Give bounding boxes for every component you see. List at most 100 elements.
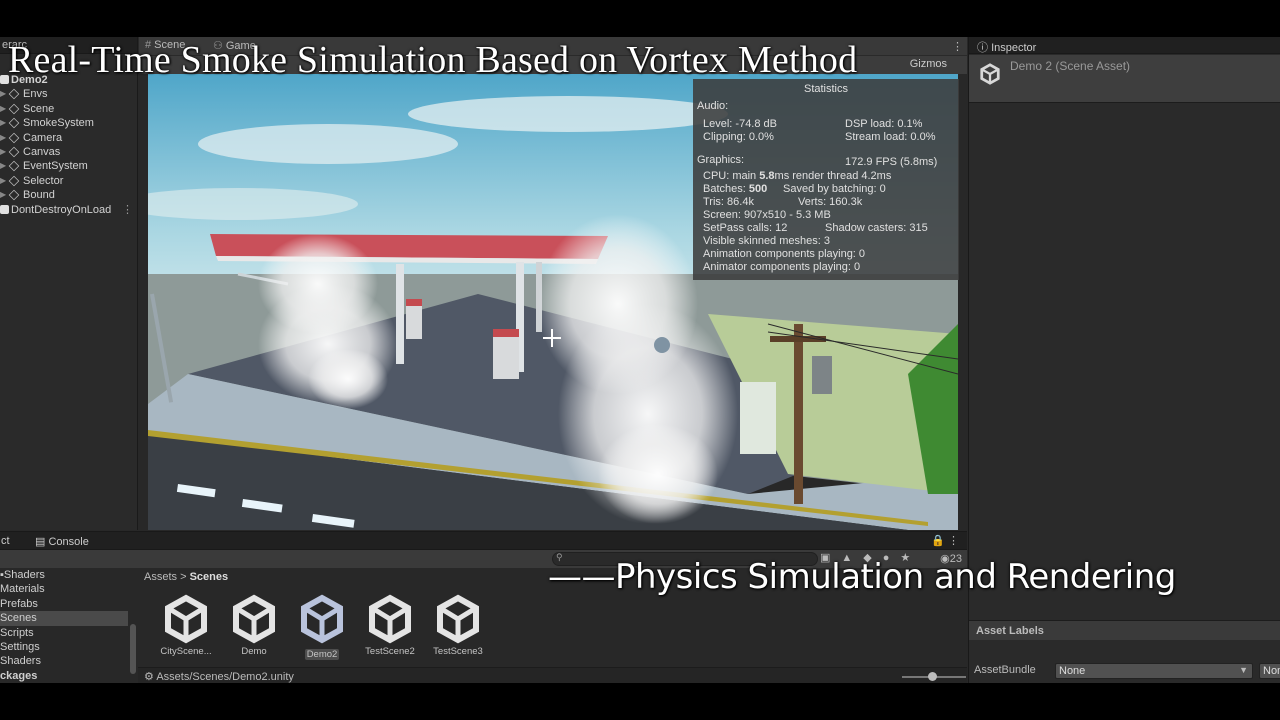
- hierarchy-item[interactable]: ▶ Bound: [0, 188, 137, 202]
- breadcrumb: Assets > Scenes: [144, 571, 228, 583]
- hierarchy-item[interactable]: ▶ Scene: [0, 102, 137, 116]
- expand-arrow-icon[interactable]: ▶: [0, 188, 6, 202]
- assetbundle-row: AssetBundle None ▼ Non: [969, 659, 1280, 681]
- hierarchy-item-label: Bound: [23, 189, 55, 202]
- asset-labels-header[interactable]: Asset Labels: [969, 620, 1280, 640]
- tree-scrollbar[interactable]: [130, 624, 136, 674]
- stats-setpass: SetPass calls: 12: [703, 222, 788, 234]
- project-folder-label: ckages: [0, 669, 38, 682]
- expand-arrow-icon[interactable]: ▶: [0, 174, 6, 188]
- panel-menu-icon[interactable]: 🔒 ⋮: [931, 534, 959, 547]
- hierarchy-item[interactable]: ▶ EventSystem: [0, 159, 137, 173]
- assetbundle-label: AssetBundle: [974, 664, 1036, 676]
- project-folder-label: Prefabs: [0, 597, 38, 610]
- project-folder[interactable]: Materials: [0, 582, 128, 596]
- hierarchy-item[interactable]: ▶ Canvas: [0, 145, 137, 159]
- unity-scene-icon: [0, 204, 9, 214]
- project-folder-label: Shaders: [0, 655, 41, 668]
- gameobject-icon: [8, 89, 20, 100]
- tab-console[interactable]: ▤ Console: [35, 535, 89, 548]
- asset-item-label: TestScene2: [365, 646, 415, 657]
- unity-scene-icon: [437, 594, 479, 644]
- unity-scene-icon: [233, 594, 275, 644]
- breadcrumb-scenes[interactable]: Scenes: [190, 571, 229, 583]
- stats-batches-value: 500: [748, 183, 768, 195]
- hierarchy-item[interactable]: ▶ Envs: [0, 87, 137, 101]
- asset-item[interactable]: CityScene...: [152, 594, 220, 657]
- stats-stream: Stream load: 0.0%: [845, 131, 936, 143]
- hierarchy-item[interactable]: ▶ Camera: [0, 131, 137, 145]
- hierarchy-root-dontdestroy[interactable]: DontDestroyOnLoad ⋮: [0, 203, 137, 217]
- expand-arrow-icon[interactable]: ▶: [0, 159, 6, 173]
- assetbundle-variant-select[interactable]: Non: [1259, 663, 1280, 679]
- gameobject-icon: [8, 175, 20, 187]
- tab-project[interactable]: ct: [1, 535, 10, 547]
- asset-item-label: TestScene3: [433, 646, 483, 657]
- project-folder[interactable]: Scripts: [0, 626, 128, 640]
- hierarchy-item-label: SmokeSystem: [23, 117, 94, 130]
- hierarchy-item[interactable]: ▶ SmokeSystem: [0, 116, 137, 130]
- gameobject-icon: [8, 189, 20, 201]
- asset-item-label: Demo: [241, 646, 267, 657]
- project-folder[interactable]: Settings: [0, 640, 128, 654]
- stats-graphics-label: Graphics:: [697, 154, 745, 166]
- expand-arrow-icon[interactable]: ▶: [0, 145, 6, 159]
- hierarchy-panel: erarc Demo2 ▶ Envs ▶ Scene ▶ SmokeSystem ▶ C…: [0, 37, 138, 530]
- tab-inspector[interactable]: ⓘ Inspector: [977, 39, 1036, 55]
- unity-scene-icon: ⚙: [144, 671, 157, 683]
- hierarchy-item-label: EventSystem: [23, 160, 88, 173]
- selected-asset-path-text: Assets/Scenes/Demo2.unity: [156, 671, 294, 683]
- stats-audio-label: Audio:: [697, 100, 729, 112]
- statistics-title: Statistics: [803, 83, 848, 95]
- breadcrumb-separator: >: [180, 571, 187, 583]
- asset-item-label: CityScene...: [160, 646, 212, 657]
- assetbundle-select[interactable]: None ▼: [1055, 663, 1253, 679]
- view-menu-icon[interactable]: ⋮: [952, 40, 963, 53]
- video-title-caption: Real-Time Smoke Simulation Based on Vort…: [8, 39, 858, 81]
- hierarchy-root-label: DontDestroyOnLoad: [11, 203, 112, 216]
- tab-console-label: Console: [48, 536, 89, 548]
- unity-scene-icon: [165, 594, 207, 644]
- expand-arrow-icon[interactable]: ▶: [0, 87, 6, 101]
- unity-scene-icon: [980, 63, 1000, 85]
- selected-asset-path: ⚙ Assets/Scenes/Demo2.unity: [144, 670, 294, 683]
- asset-item[interactable]: TestScene2: [356, 594, 424, 657]
- asset-item[interactable]: Demo2: [288, 594, 356, 660]
- project-tabbar: ct ▤ Console 🔒 ⋮: [0, 532, 967, 550]
- expand-arrow-icon[interactable]: ▶: [0, 116, 6, 130]
- expand-arrow-icon[interactable]: ▶: [0, 131, 6, 145]
- unity-scene-icon: [369, 594, 411, 644]
- inspector-header: Demo 2 (Scene Asset): [969, 55, 1280, 103]
- icon-size-slider-knob[interactable]: [928, 672, 937, 681]
- stats-batches: Batches: 500: [703, 183, 767, 195]
- stats-cpu: CPU: main 5.8ms render thread 4.2ms: [703, 170, 891, 182]
- stats-cpu-prefix: CPU: main: [703, 170, 757, 182]
- hierarchy-item-label: Selector: [23, 174, 64, 187]
- project-panel: ct ▤ Console 🔒 ⋮ ⚲ ▣▲◆●★ ◉23 ▪Shaders Ma…: [0, 531, 967, 683]
- gizmos-button[interactable]: Gizmos: [910, 58, 947, 70]
- project-folder-label: Scripts: [0, 626, 34, 639]
- assetbundle-variant-value: Non: [1263, 665, 1280, 677]
- inspector-title: Demo 2 (Scene Asset): [1010, 59, 1131, 73]
- asset-item[interactable]: Demo: [220, 594, 288, 657]
- statistics-panel: Statistics Audio: Level: -74.8 dB Clippi…: [693, 79, 959, 280]
- hierarchy-item[interactable]: ▶ Selector: [0, 174, 137, 188]
- gameobject-icon: [8, 103, 20, 115]
- stats-cpu-main: 5.8: [759, 170, 775, 182]
- project-folder-selected[interactable]: Scenes: [0, 611, 128, 626]
- project-folder[interactable]: Prefabs: [0, 597, 128, 611]
- project-folder[interactable]: ckages: [0, 669, 128, 683]
- asset-item[interactable]: TestScene3: [424, 594, 492, 657]
- project-folder[interactable]: ▪Shaders: [0, 568, 128, 582]
- project-folder-label: Settings: [0, 640, 40, 653]
- breadcrumb-assets[interactable]: Assets: [144, 571, 177, 583]
- more-options-icon[interactable]: ⋮: [122, 203, 133, 217]
- stats-dsp: DSP load: 0.1%: [845, 118, 923, 130]
- gameobject-icon: [8, 117, 20, 129]
- hierarchy-item-label: Camera: [23, 131, 63, 144]
- project-folder[interactable]: Shaders: [0, 654, 128, 668]
- inspector-tabbar: ⓘ Inspector: [969, 37, 1280, 54]
- expand-arrow-icon[interactable]: ▶: [0, 102, 6, 116]
- stats-tris: Tris: 86.4k: [703, 196, 754, 208]
- hierarchy-item-label: Canvas: [23, 145, 61, 158]
